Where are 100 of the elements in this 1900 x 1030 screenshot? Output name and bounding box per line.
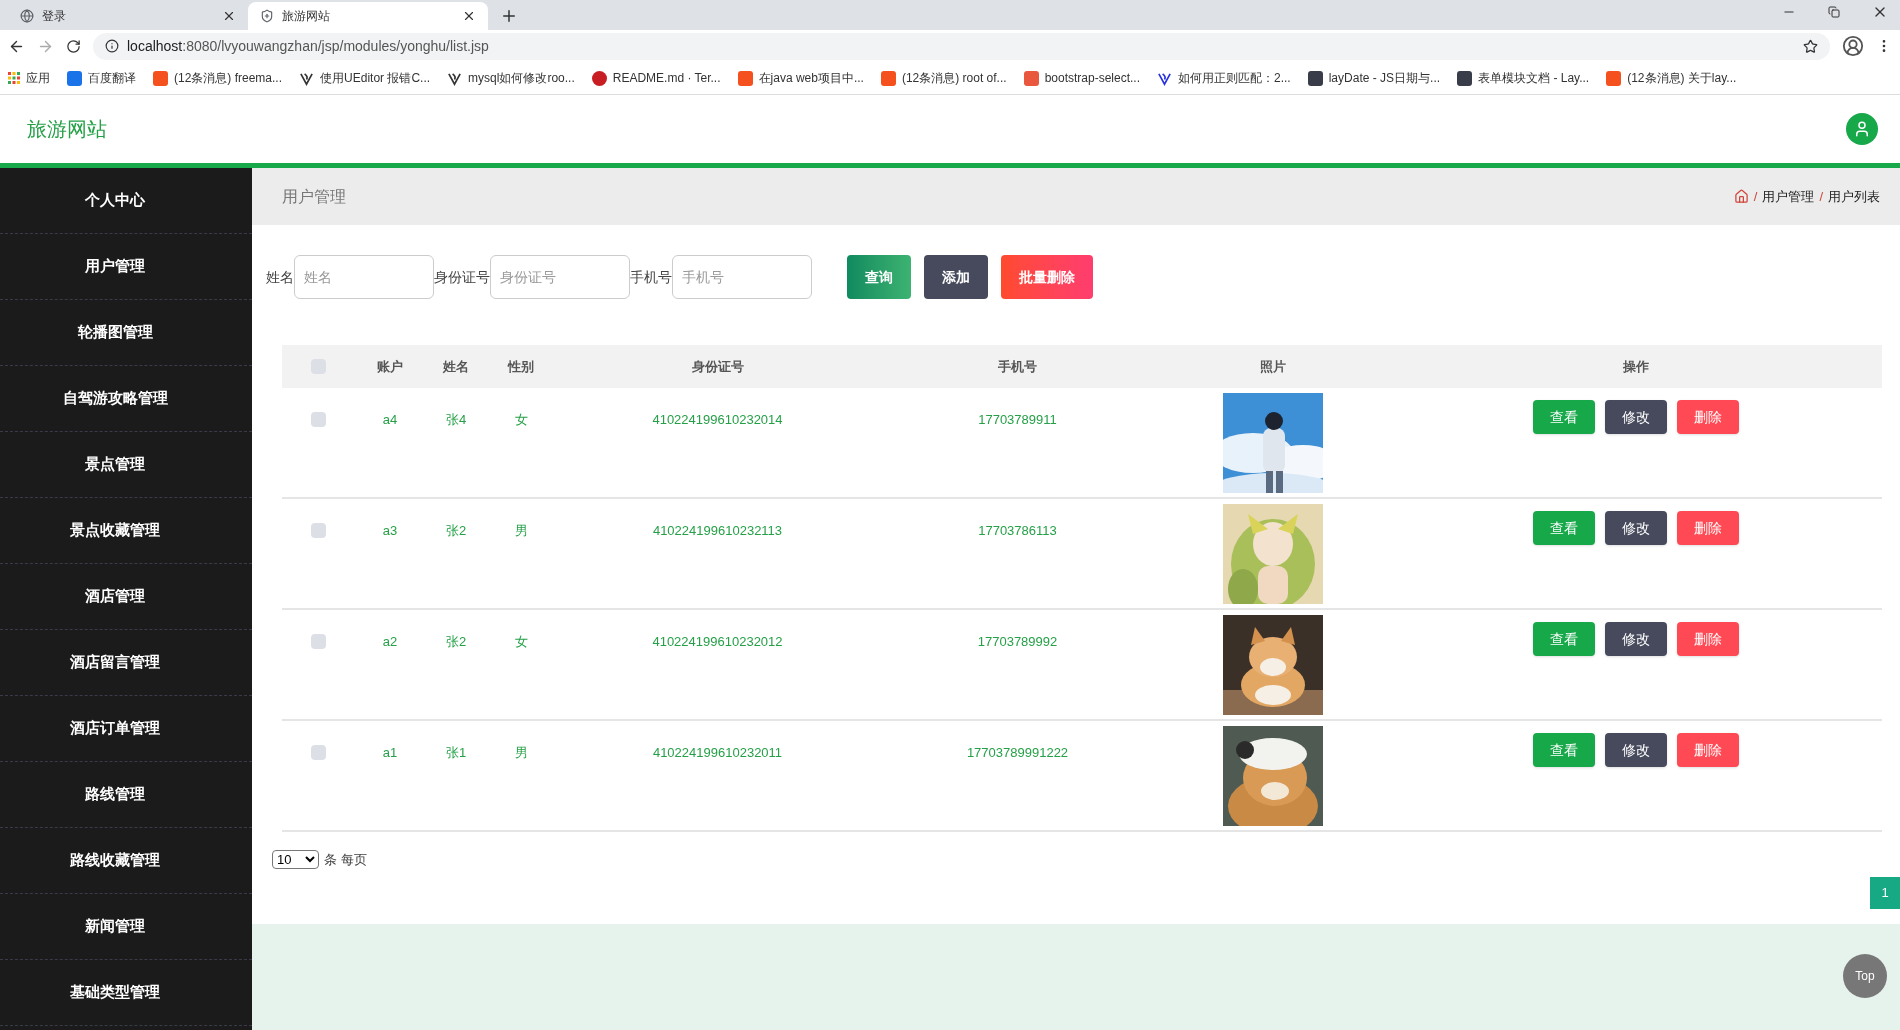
table-cell-text: 410224199610232014 xyxy=(652,411,783,429)
page-title: 用户管理 xyxy=(282,186,346,207)
sidebar-item[interactable]: 路线收藏管理 xyxy=(70,849,160,872)
sidebar-item[interactable]: 酒店管理 xyxy=(85,585,145,608)
tab-title: 登录 xyxy=(42,8,67,25)
row-action-button[interactable]: 修改 xyxy=(1605,733,1667,767)
sidebar-item[interactable]: 用户管理 xyxy=(85,255,145,278)
bookmark-icon xyxy=(1023,70,1039,86)
toolbar-button[interactable]: 添加 xyxy=(924,255,988,299)
close-icon[interactable] xyxy=(222,9,236,23)
bookmark-item[interactable]: 应用 xyxy=(8,69,50,87)
checkbox[interactable] xyxy=(311,412,326,427)
search-field[interactable]: 手机号 xyxy=(672,255,812,299)
bookmark-item[interactable]: 表单模块文档 - Lay... xyxy=(1457,69,1590,87)
bookmark-item[interactable]: 在java web项目中... xyxy=(737,69,864,87)
restore-icon[interactable] xyxy=(1828,6,1840,18)
bookmark-icon xyxy=(153,70,168,86)
bookmark-star-icon[interactable] xyxy=(1803,38,1818,54)
column-header: 身份证号 xyxy=(691,357,744,376)
close-icon[interactable] xyxy=(462,9,476,23)
table-cell-text: 410224199610232011 xyxy=(652,744,783,762)
site-title: 旅游网站 xyxy=(27,117,107,142)
field-label: 身份证号 xyxy=(434,267,490,287)
bookmark-item[interactable]: mysql如何修改roo... xyxy=(447,69,575,87)
row-action-button[interactable]: 修改 xyxy=(1605,400,1667,434)
bookmark-icon xyxy=(737,70,753,86)
bookmark-item[interactable]: (12条消息) root of... xyxy=(880,69,1007,87)
sidebar-item[interactable]: 酒店留言管理 xyxy=(70,651,160,674)
shield-icon xyxy=(260,9,274,23)
sidebar-item[interactable]: 个人中心 xyxy=(85,189,145,212)
table-cell-text: 张2 xyxy=(445,633,467,651)
bookmark-item[interactable]: layDate - JS日期与... xyxy=(1307,69,1441,87)
sidebar-item[interactable]: 自驾游攻略管理 xyxy=(62,387,168,410)
bookmark-icon xyxy=(1157,70,1172,86)
table-cell-text: 张1 xyxy=(445,744,467,762)
bookmark-icon xyxy=(67,70,82,86)
bookmark-icon xyxy=(591,70,607,86)
page-size-label: 条 每页 xyxy=(324,851,367,869)
breadcrumb-separator: / xyxy=(1753,187,1758,206)
breadcrumb-item[interactable]: 用户列表 xyxy=(1828,186,1880,207)
home-icon[interactable] xyxy=(1733,189,1749,204)
table-cell-text: 17703789992 xyxy=(977,633,1058,651)
sidebar-item[interactable]: 轮播图管理 xyxy=(77,321,153,344)
checkbox[interactable] xyxy=(311,745,326,760)
sidebar-item[interactable]: 路线管理 xyxy=(85,783,145,806)
column-header: 操作 xyxy=(1623,357,1649,376)
browser-tab[interactable]: 旅游网站 xyxy=(248,2,488,30)
bookmark-icon xyxy=(299,70,315,86)
table-cell-text: 女 xyxy=(514,633,528,651)
user-avatar[interactable] xyxy=(1846,113,1878,145)
search-field[interactable]: 身份证号 xyxy=(490,255,630,299)
tab-title: 旅游网站 xyxy=(282,8,331,25)
bookmark-icon xyxy=(1307,70,1323,86)
bookmark-icon xyxy=(447,70,463,86)
table-cell-text: 男 xyxy=(514,522,528,540)
breadcrumb-item[interactable]: 用户管理 xyxy=(1762,186,1815,207)
column-header: 姓名 xyxy=(443,357,469,376)
table-cell-text: 410224199610232012 xyxy=(652,633,783,651)
row-action-button[interactable]: 修改 xyxy=(1605,511,1667,545)
sidebar-item[interactable]: 景点收藏管理 xyxy=(70,519,160,542)
sidebar-item[interactable]: 新闻管理 xyxy=(85,915,145,938)
profile-icon[interactable] xyxy=(1842,35,1864,57)
sidebar-item[interactable]: 景点管理 xyxy=(85,453,145,476)
table-cell-text: 17703789911 xyxy=(978,411,1057,429)
page-size-select[interactable]: 10 xyxy=(272,850,319,870)
address-bar[interactable]: localhost:8080/lvyouwangzhan/jsp/modules/yonghu/list.jsp xyxy=(93,32,1830,60)
checkbox[interactable] xyxy=(311,634,326,649)
search-field[interactable]: 姓名 xyxy=(294,255,434,299)
globe-icon xyxy=(20,9,34,23)
bookmark-item[interactable]: bootstrap-select... xyxy=(1023,69,1140,87)
table-cell-text: a4 xyxy=(382,411,398,429)
info-icon xyxy=(105,39,119,53)
column-header: 性别 xyxy=(508,357,534,376)
sidebar-item[interactable]: 基础类型管理 xyxy=(70,981,160,1004)
row-action-button[interactable]: 修改 xyxy=(1605,622,1667,656)
table-cell-text: 张4 xyxy=(445,411,467,429)
column-header: 照片 xyxy=(1259,357,1286,376)
bookmark-item[interactable]: (12条消息) freema... xyxy=(153,69,283,87)
bookmark-item[interactable]: (12条消息) 关于lay... xyxy=(1606,69,1737,87)
table-cell-text: a3 xyxy=(382,522,398,540)
bookmark-item[interactable]: 使用UEditor 报错C... xyxy=(299,69,431,87)
sidebar-item[interactable]: 酒店订单管理 xyxy=(70,717,160,740)
table-cell-text: 女 xyxy=(514,411,528,429)
table-cell-text: 17703789991222 xyxy=(966,744,1069,762)
bookmark-item[interactable]: 百度翻译 xyxy=(67,69,136,87)
field-label: 姓名 xyxy=(266,267,294,287)
new-tab-icon[interactable] xyxy=(500,7,518,25)
table-cell-text: 410224199610232113 xyxy=(652,522,783,540)
back-to-top-button[interactable]: Top xyxy=(1843,953,1887,998)
checkbox[interactable] xyxy=(311,523,326,538)
table-cell-text: a1 xyxy=(382,744,398,762)
breadcrumb-separator: / xyxy=(1819,187,1823,206)
reload-icon[interactable] xyxy=(66,38,81,54)
bookmark-icon xyxy=(1606,70,1622,86)
bookmark-icon xyxy=(1457,70,1473,86)
table-cell-text: 17703786113 xyxy=(978,522,1057,540)
bookmark-item[interactable]: README.md · Ter... xyxy=(591,69,721,87)
bookmark-item[interactable]: 如何用正则匹配：2... xyxy=(1157,69,1291,87)
toolbar-button[interactable]: 查询 xyxy=(847,255,911,299)
column-header: 手机号 xyxy=(998,357,1037,376)
